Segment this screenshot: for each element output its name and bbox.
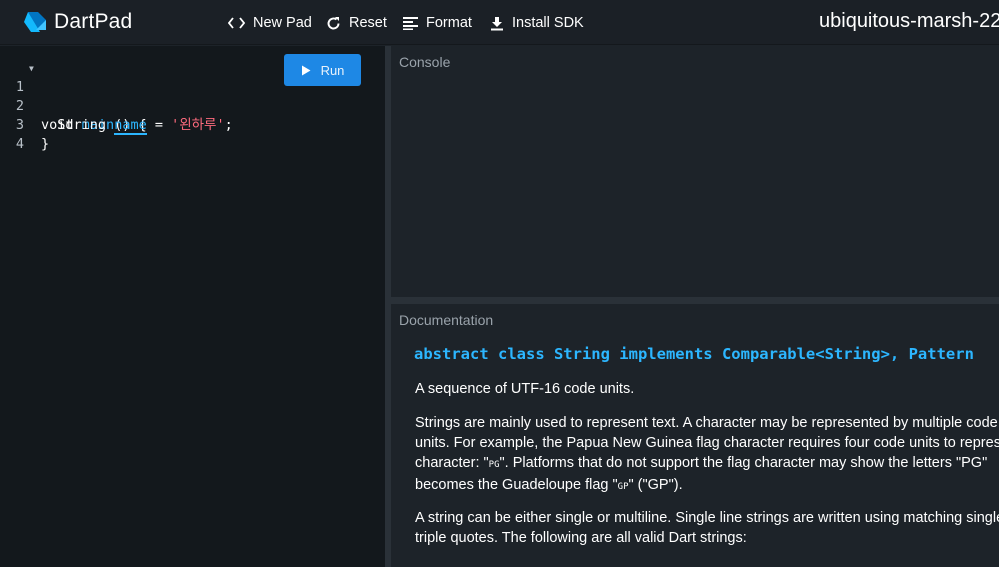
line-number: 4 [15, 136, 24, 152]
doc-text-part: becomes the Guadeloupe flag " [415, 477, 618, 493]
download-icon [491, 16, 503, 30]
doc-text-part: character: " [415, 455, 489, 471]
code-line: 3 } [0, 97, 385, 152]
doc-paragraph: A string can be either single or multili… [415, 508, 999, 548]
doc-text-line: A string can be either single or multili… [415, 510, 999, 526]
code-brackets-icon [228, 17, 245, 29]
play-icon [301, 65, 311, 75]
code-editor[interactable]: 1 ▼ void main() { 2 String name = '왼하루';… [0, 46, 385, 567]
reset-label: Reset [349, 15, 387, 31]
doc-paragraph: A sequence of UTF-16 code units. [415, 379, 999, 399]
horizontal-splitter[interactable] [391, 297, 999, 304]
doc-signature: abstract class String implements Compara… [414, 345, 974, 363]
new-pad-label: New Pad [253, 15, 312, 31]
install-sdk-label: Install SDK [512, 15, 584, 31]
documentation-panel: Documentation abstract class String impl… [391, 304, 999, 567]
code-text: } [41, 136, 50, 152]
dart-logo-icon [24, 12, 46, 32]
doc-paragraph: Strings are mainly used to represent tex… [415, 413, 999, 497]
doc-text-line: character: "PG". Platforms that do not s… [415, 453, 999, 475]
install-sdk-button[interactable]: Install SDK [490, 12, 584, 34]
console-panel: Console [391, 46, 999, 297]
app-header: DartPad New Pad Reset Format Install SDK… [0, 0, 999, 45]
format-align-icon [403, 17, 418, 30]
documentation-title: Documentation [399, 312, 494, 328]
pg-flag-glyph: PG [488, 460, 500, 470]
app-brand: DartPad [54, 10, 133, 33]
console-title: Console [399, 54, 451, 70]
pad-name[interactable]: ubiquitous-marsh-223 [819, 10, 999, 33]
doc-text-part: ". Platforms that do not support the fla… [499, 455, 988, 471]
reset-button[interactable]: Reset [326, 12, 387, 34]
refresh-icon [327, 16, 340, 29]
run-button[interactable]: Run [284, 54, 361, 86]
doc-text-part: " ("GP"). [628, 477, 683, 493]
format-label: Format [426, 15, 472, 31]
run-label: Run [320, 62, 345, 78]
doc-text-line: Strings are mainly used to represent tex… [415, 415, 998, 431]
format-button[interactable]: Format [403, 12, 472, 34]
doc-text-line: becomes the Guadeloupe flag "GP" ("GP"). [415, 475, 999, 497]
doc-text-line: triple quotes. The following are all val… [415, 530, 747, 546]
doc-text-line: units. For example, the Papua New Guinea… [415, 435, 999, 451]
doc-text-line: A sequence of UTF-16 code units. [415, 381, 635, 397]
gp-flag-glyph: GP [617, 482, 629, 492]
fold-arrow-icon[interactable]: ▼ [29, 59, 34, 78]
new-pad-button[interactable]: New Pad [228, 12, 312, 34]
code-line: 4 [0, 116, 385, 152]
